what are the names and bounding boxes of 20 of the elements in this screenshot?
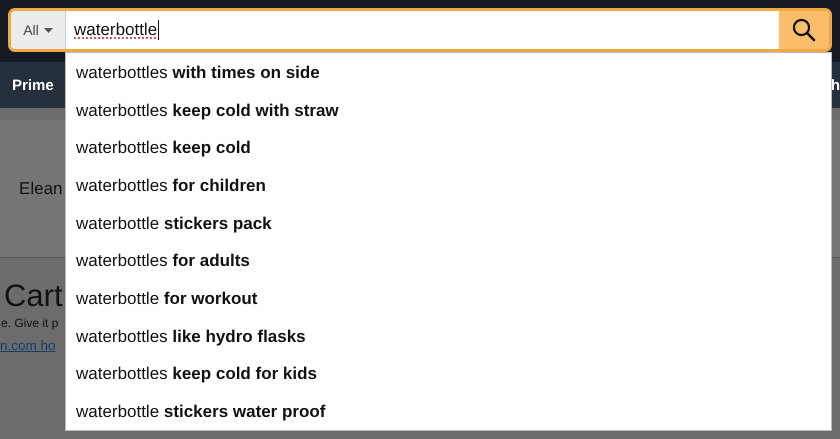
caret-icon	[44, 28, 53, 32]
suggestion-item[interactable]: waterbottles for adults	[66, 242, 831, 280]
cart-title: Cart	[4, 278, 63, 314]
search-button[interactable]	[779, 11, 829, 49]
search-icon	[792, 18, 816, 42]
suggestion-item[interactable]: waterbottles keep cold for kids	[66, 356, 831, 394]
account-name: Elean	[19, 178, 62, 198]
nav-link[interactable]: h	[830, 76, 840, 94]
nav-link[interactable]: Prime	[12, 76, 54, 94]
suggestion-item[interactable]: waterbottle stickers pack	[66, 204, 831, 242]
suggestion-item[interactable]: waterbottle stickers water proof	[66, 393, 831, 431]
suggestion-item[interactable]: waterbottle for workout	[66, 280, 831, 318]
suggestion-item[interactable]: waterbottles keep cold	[66, 129, 831, 168]
search-field[interactable]: waterbottle	[66, 11, 779, 49]
suggestion-item[interactable]: waterbottles like hydro flasks	[66, 318, 831, 356]
category-dropdown[interactable]: All	[11, 11, 66, 49]
suggestion-item[interactable]: waterbottles with times on side	[66, 54, 831, 92]
cart-message: e. Give it p	[1, 316, 58, 330]
suggestion-item[interactable]: waterbottles for children	[66, 167, 831, 205]
suggestion-item[interactable]: waterbottles keep cold with straw	[66, 92, 831, 130]
